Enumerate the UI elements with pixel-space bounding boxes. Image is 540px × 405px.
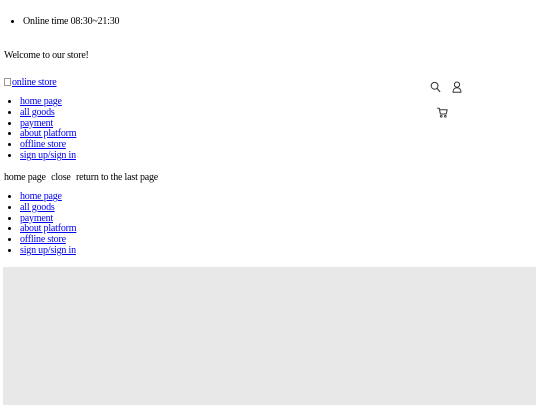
nav-link-all-goods[interactable]: all goods [20,107,55,118]
mobile-nav-item-sign-in: sign up/sign in [20,245,76,257]
nav-link-payment[interactable]: payment [20,118,53,129]
welcome-text: Welcome to our store! [4,50,89,61]
nav-item-sign-in: sign up/sign in [20,150,76,162]
cart-icon[interactable] [437,107,448,118]
mobile-menu-close-button[interactable]: close [51,172,71,183]
nav-link-about[interactable]: about platform [20,128,77,139]
mobile-nav-link-about[interactable]: about platform [20,223,77,234]
nav-link-sign-in[interactable]: sign up/sign in [20,150,76,161]
mobile-nav-link-offline-store[interactable]: offline store [20,234,66,245]
nav-link-offline-store[interactable]: offline store [20,139,66,150]
mobile-nav-link-payment[interactable]: payment [20,213,53,224]
user-icon[interactable] [452,81,462,93]
mobile-menu-title: home page [4,172,46,183]
online-time-text: Online time 08:30~21:30 [23,15,120,28]
mobile-nav: home page all goods payment about platfo… [7,191,77,257]
mobile-nav-link-home[interactable]: home page [20,191,62,202]
nav-link-home[interactable]: home page [20,96,62,107]
topbar: Online time 08:30~21:30 [10,15,120,28]
search-icon[interactable] [430,81,441,93]
logo-link[interactable]: online store [4,76,57,89]
mobile-menu-back-button[interactable]: return to the last page [76,172,158,183]
mobile-nav-link-sign-in[interactable]: sign up/sign in [20,245,76,256]
mobile-nav-link-all-goods[interactable]: all goods [20,202,55,213]
logo-image-placeholder-icon [4,77,11,86]
primary-nav: home page all goods payment about platfo… [7,96,77,162]
banner-placeholder [3,267,536,405]
logo-alt-text: online store [12,77,57,88]
mobile-menu-header: home page close return to the last page [4,171,161,184]
